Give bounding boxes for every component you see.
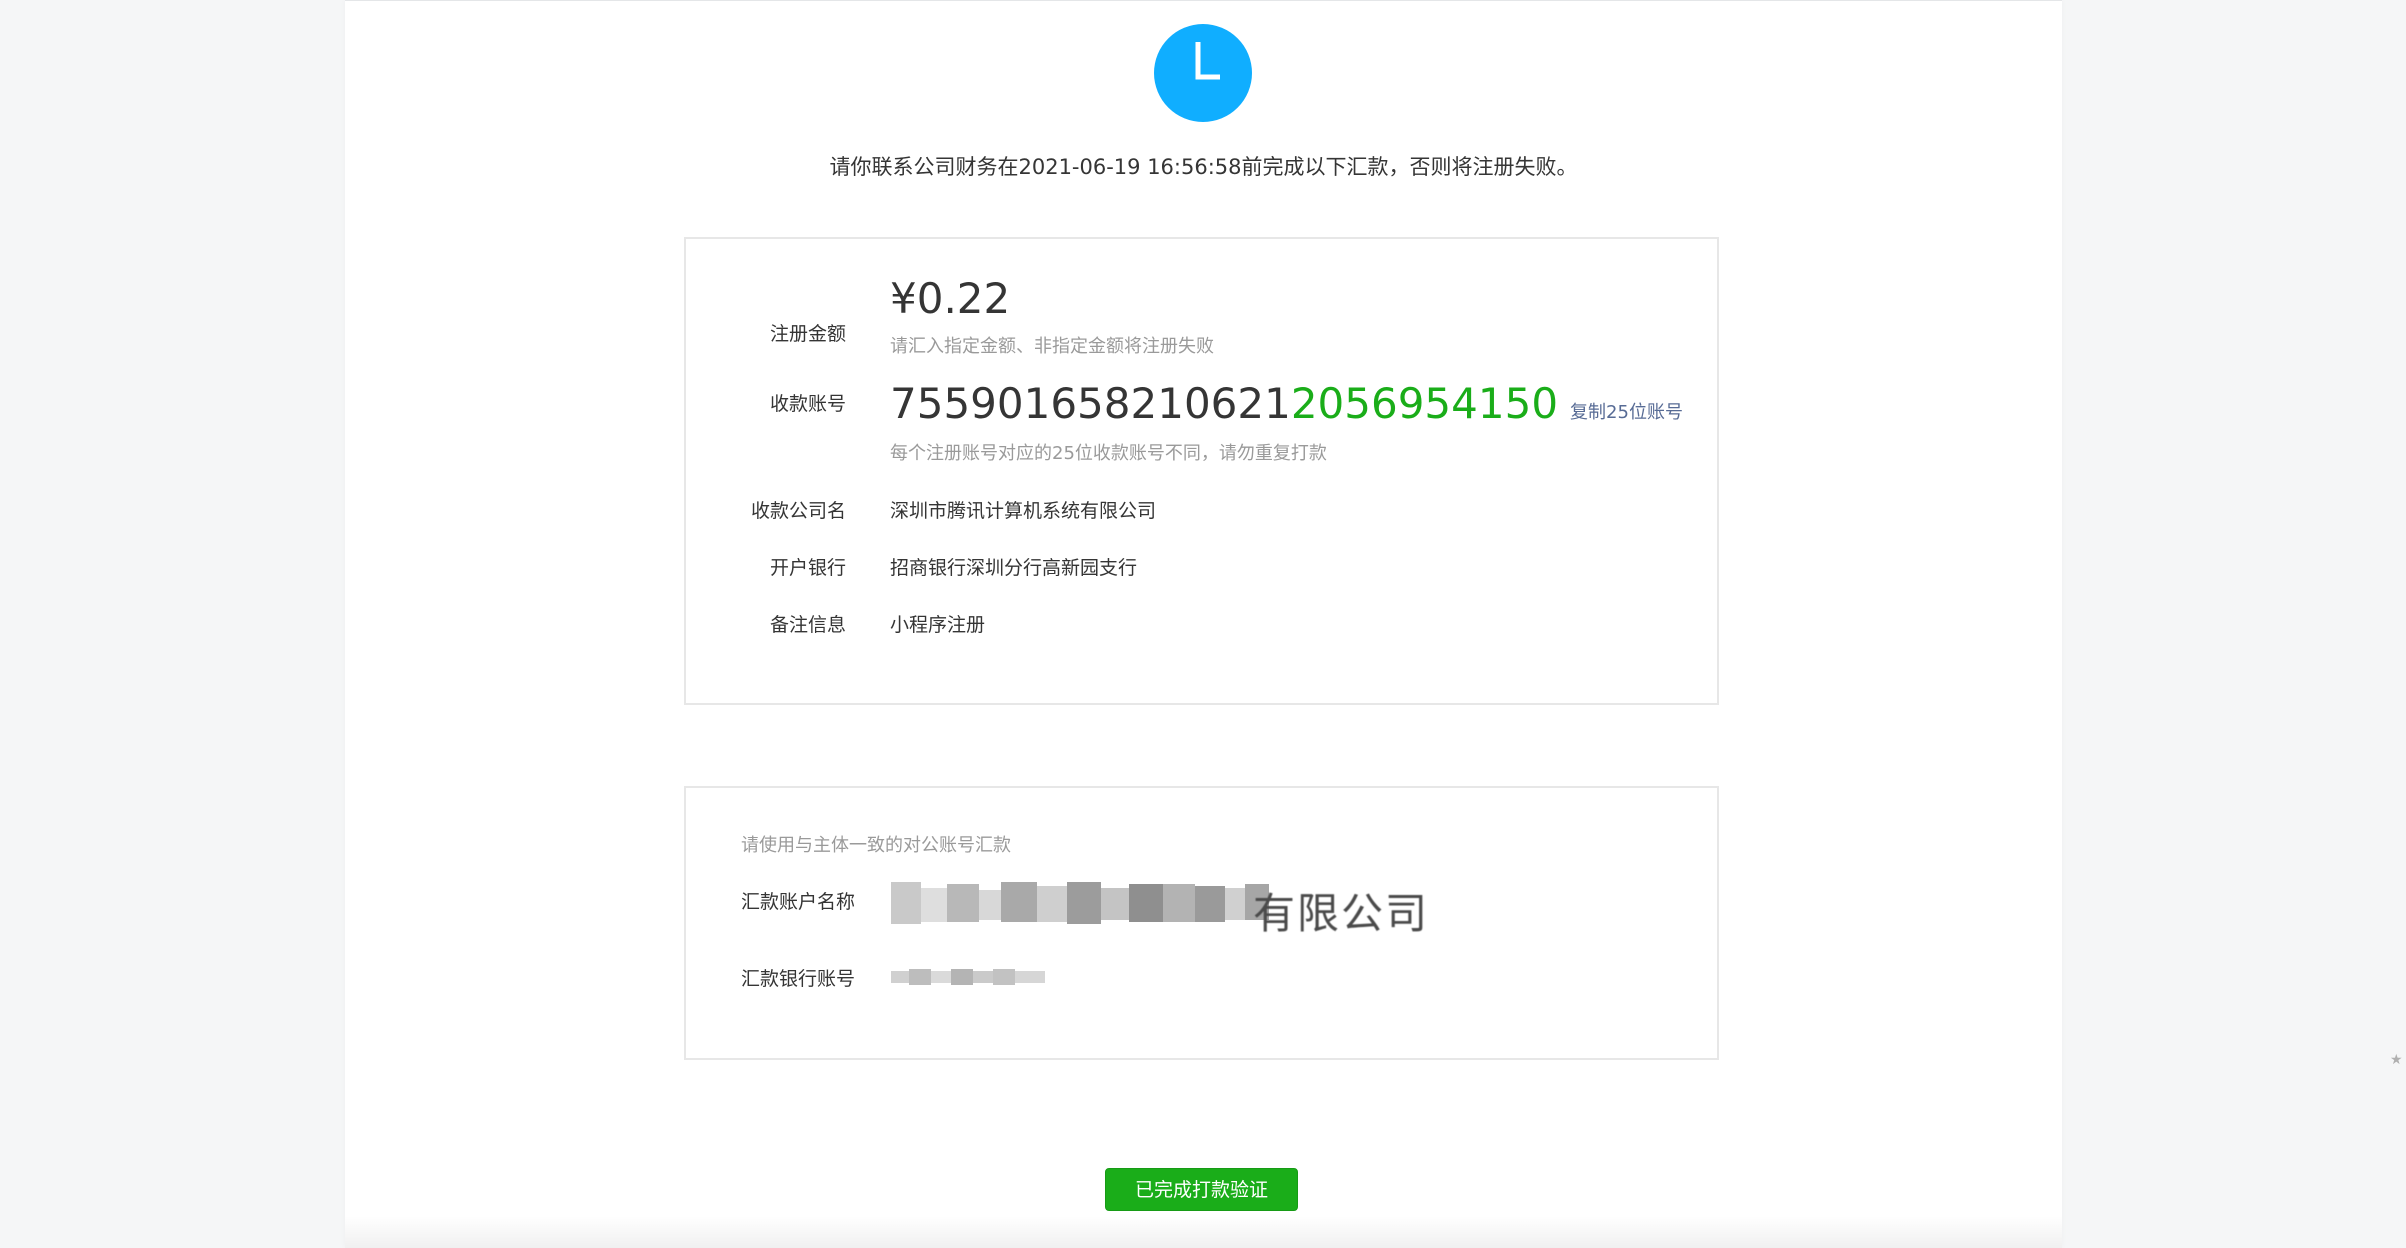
payer-name-visible: 有限公司 (1253, 889, 1430, 938)
amount-label: 注册金额 (769, 323, 846, 345)
payer-account-label: 汇款银行账号 (741, 968, 856, 990)
account-number-suffix: 2056954150 (1290, 379, 1559, 428)
account-label: 收款账号 (769, 393, 846, 415)
company-value: 深圳市腾讯计算机系统有限公司 (890, 500, 1157, 522)
receiving-account: 7559016582106212056954150 复制25位账号 (890, 379, 1683, 428)
payer-account-redacted (891, 969, 1051, 985)
payer-name-redacted: 有限公司 (891, 878, 1431, 938)
payer-hint: 请使用与主体一致的对公账号汇款 (741, 835, 1011, 856)
payer-name-label: 汇款账户名称 (741, 891, 856, 913)
amount-value: ¥0.22 (890, 274, 1011, 323)
star-icon[interactable]: ★ (2390, 1052, 2403, 1068)
bank-label: 开户银行 (769, 557, 846, 579)
account-hint: 每个注册账号对应的25位收款账号不同，请勿重复打款 (890, 443, 1327, 464)
remark-value: 小程序注册 (890, 614, 986, 636)
bottom-shadow (345, 1216, 2062, 1248)
payer-info-card: 请使用与主体一致的对公账号汇款 汇款账户名称 有限公司 汇款银行账号 (684, 786, 1719, 1060)
payment-completed-button[interactable]: 已完成打款验证 (1105, 1168, 1298, 1211)
company-label: 收款公司名 (750, 500, 846, 522)
copy-account-link[interactable]: 复制25位账号 (1570, 402, 1683, 423)
bank-value: 招商银行深圳分行高新园支行 (890, 557, 1138, 579)
account-number-prefix: 755901658210621 (890, 379, 1291, 428)
amount-hint: 请汇入指定金额、非指定金额将注册失败 (890, 336, 1214, 357)
remark-label: 备注信息 (769, 614, 846, 636)
payment-info-card: 注册金额 ¥0.22 请汇入指定金额、非指定金额将注册失败 收款账号 75590… (684, 237, 1719, 705)
payment-deadline-notice: 请你联系公司财务在2021-06-19 16:56:58前完成以下汇款，否则将注… (829, 155, 1578, 179)
clock-icon (1154, 24, 1252, 122)
main-panel: 请你联系公司财务在2021-06-19 16:56:58前完成以下汇款，否则将注… (345, 0, 2062, 1248)
